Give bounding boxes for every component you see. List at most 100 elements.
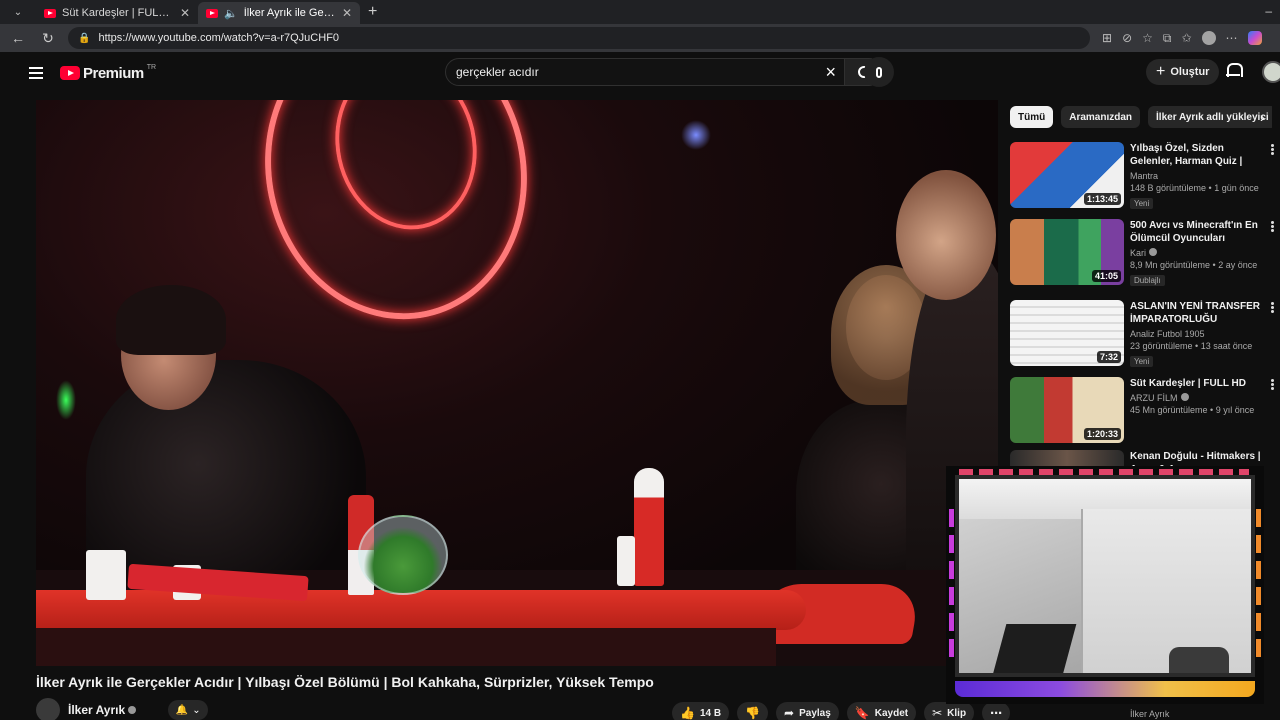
overlay-left-strip: [949, 509, 954, 659]
tab-title: Süt Kardeşler | FULL HD - YouTube: [62, 7, 174, 19]
channel-row: İlker Ayrık 🔔 ⌄: [36, 698, 676, 720]
recommendation-title[interactable]: Süt Kardeşler | FULL HD: [1130, 377, 1268, 390]
save-button[interactable]: 🔖 Kaydet: [846, 702, 917, 720]
video-thumbnail[interactable]: 41:05: [1010, 219, 1124, 285]
paper-cup: [86, 550, 126, 600]
browser-tab-2[interactable]: 🔈 İlker Ayrık ile Gerçekler Acıdır ✕: [198, 2, 360, 24]
chevron-down-icon: ⌄: [192, 704, 201, 716]
lock-icon[interactable]: 🔒: [78, 33, 90, 44]
copilot-icon[interactable]: [1247, 31, 1262, 45]
thermos-bottle: [634, 468, 664, 586]
candy-bowl: [358, 515, 448, 595]
app-install-icon[interactable]: ⊞: [1102, 31, 1112, 45]
verified-badge-icon: [128, 706, 137, 714]
recommendation-info: ASLAN'IN YENİ TRANSFER İMPARATORLUĞU YIL…: [1130, 300, 1274, 370]
share-button[interactable]: ➦ Paylaş: [776, 702, 839, 720]
chip-from-search[interactable]: Aramanızdan: [1061, 106, 1141, 128]
create-button[interactable]: + Oluştur: [1146, 59, 1220, 85]
minimize-window-icon[interactable]: –: [1265, 4, 1272, 18]
url-field[interactable]: 🔒 https://www.youtube.com/watch?v=a-r7QJ…: [68, 27, 1090, 49]
clip-button[interactable]: ✂ Klip: [924, 702, 975, 720]
video-thumbnail[interactable]: 7:32: [1010, 300, 1124, 366]
channel-avatar[interactable]: [36, 698, 60, 720]
hamburger-menu-icon[interactable]: [12, 72, 60, 74]
new-badge: Yeni: [1130, 356, 1154, 367]
profile-avatar-icon[interactable]: [1201, 31, 1216, 45]
tab-list-chevron-icon[interactable]: ⌄: [0, 0, 36, 24]
more-options-icon[interactable]: [1271, 379, 1274, 382]
new-badge: Yeni: [1130, 198, 1154, 209]
webcam-feed: [955, 475, 1255, 677]
chip-uploader[interactable]: İlker Ayrık adlı yükleyici: [1148, 106, 1272, 128]
verified-badge-icon: [1149, 248, 1158, 256]
recommendation-title[interactable]: Yılbaşı Özel, Sizden Gelenler, Harman Qu…: [1130, 142, 1268, 168]
notifications-bell-icon[interactable]: [1226, 63, 1243, 79]
channel-name[interactable]: İlker Ayrık: [68, 703, 137, 717]
youtube-favicon-icon: [206, 8, 218, 18]
extensions-icon[interactable]: ⧉: [1163, 31, 1172, 46]
recommendation-item[interactable]: 1:13:45 Yılbaşı Özel, Sizden Gelenler, H…: [1010, 142, 1280, 212]
search-value: gerçekler acıdır: [456, 65, 539, 79]
recommendation-channel[interactable]: ARZU FİLM: [1130, 393, 1268, 403]
logo-word: Premium: [83, 64, 144, 82]
chip-next-arrow-icon[interactable]: ›: [1260, 109, 1265, 125]
duration-badge: 7:32: [1096, 351, 1121, 363]
scissors-icon: ✂: [932, 706, 943, 720]
back-arrow-icon[interactable]: ←: [6, 30, 30, 46]
thumbs-down-icon: 👎: [745, 706, 761, 720]
favorites-icon[interactable]: ✩: [1181, 31, 1191, 45]
browser-tab-1[interactable]: Süt Kardeşler | FULL HD - YouTube ✕: [36, 2, 198, 24]
reload-icon[interactable]: ↻: [36, 30, 60, 47]
video-title: İlker Ayrık ile Gerçekler Acıdır | Yılba…: [36, 674, 654, 690]
logo-country-code: TR: [146, 63, 157, 71]
voice-search-button[interactable]: [864, 57, 894, 87]
subscription-bell-button[interactable]: 🔔 ⌄: [168, 700, 209, 720]
recommendation-item[interactable]: 41:05 500 Avcı vs Minecraft'ın En Ölümcü…: [1010, 219, 1280, 289]
new-tab-icon[interactable]: +: [368, 3, 377, 21]
recommendation-channel[interactable]: Analiz Futbol 1905: [1130, 329, 1268, 339]
chip-all[interactable]: Tümü: [1010, 106, 1054, 128]
clear-search-icon[interactable]: ×: [825, 62, 836, 83]
filter-chips: Tümü Aramanızdan İlker Ayrık adlı yükley…: [1010, 106, 1272, 128]
youtube-premium-logo[interactable]: Premium TR: [60, 63, 157, 82]
webcam-dark-object: [991, 624, 1077, 673]
youtube-play-icon: [60, 66, 80, 80]
recommendation-title[interactable]: ASLAN'IN YENİ TRANSFER İMPARATORLUĞU YIL…: [1130, 300, 1268, 326]
more-menu-icon[interactable]: ⋯: [1226, 31, 1238, 45]
more-options-icon[interactable]: [1271, 221, 1274, 224]
recommendation-info: Süt Kardeşler | FULL HD ARZU FİLM 45 Mn …: [1130, 377, 1274, 447]
duration-badge: 1:20:33: [1083, 428, 1121, 440]
favorite-star-icon[interactable]: ☆: [1142, 31, 1153, 45]
tab-title: İlker Ayrık ile Gerçekler Acıdır: [243, 7, 336, 19]
close-tab-icon[interactable]: ✕: [342, 6, 352, 20]
recommendation-meta: 23 görüntüleme • 13 saat önce: [1130, 341, 1253, 351]
webcam-dark-object: [1169, 647, 1229, 673]
recommendation-item[interactable]: 7:32 ASLAN'IN YENİ TRANSFER İMPARATORLUĞ…: [1010, 300, 1280, 370]
recommendation-channel[interactable]: Kari: [1130, 248, 1268, 258]
more-options-icon[interactable]: [1271, 144, 1274, 147]
user-avatar[interactable]: [1262, 61, 1280, 83]
like-count: 14 B: [699, 707, 722, 719]
channel-name-text: İlker Ayrık: [68, 703, 126, 717]
tracking-prevention-icon[interactable]: ⊘: [1122, 31, 1132, 45]
channel-text: ARZU FİLM: [1130, 393, 1178, 403]
recommendation-channel[interactable]: Mantra: [1130, 171, 1268, 181]
video-thumbnail[interactable]: 1:13:45: [1010, 142, 1124, 208]
speaker-icon[interactable]: 🔈: [224, 7, 238, 20]
duration-badge: 1:13:45: [1083, 193, 1121, 205]
more-options-icon[interactable]: [1271, 302, 1274, 305]
like-button[interactable]: 👍 14 B: [672, 702, 730, 720]
create-label: Oluştur: [1170, 66, 1210, 78]
verified-badge-icon: [1180, 393, 1189, 401]
recommendation-title[interactable]: 500 Avcı vs Minecraft'ın En Ölümcül Oyun…: [1130, 219, 1268, 245]
search-input[interactable]: gerçekler acıdır ×: [445, 58, 845, 86]
dislike-button[interactable]: 👎: [737, 702, 769, 720]
blue-stage-light: [681, 120, 711, 150]
recommendation-item[interactable]: 1:20:33 Süt Kardeşler | FULL HD ARZU FİL…: [1010, 377, 1280, 447]
overlay-right-strip: [1256, 509, 1261, 659]
video-player[interactable]: [36, 100, 998, 666]
close-tab-icon[interactable]: ✕: [180, 6, 190, 20]
video-thumbnail[interactable]: 1:20:33: [1010, 377, 1124, 443]
more-actions-button[interactable]: ⋯: [982, 702, 1011, 720]
thumbs-up-icon: 👍: [680, 706, 695, 720]
